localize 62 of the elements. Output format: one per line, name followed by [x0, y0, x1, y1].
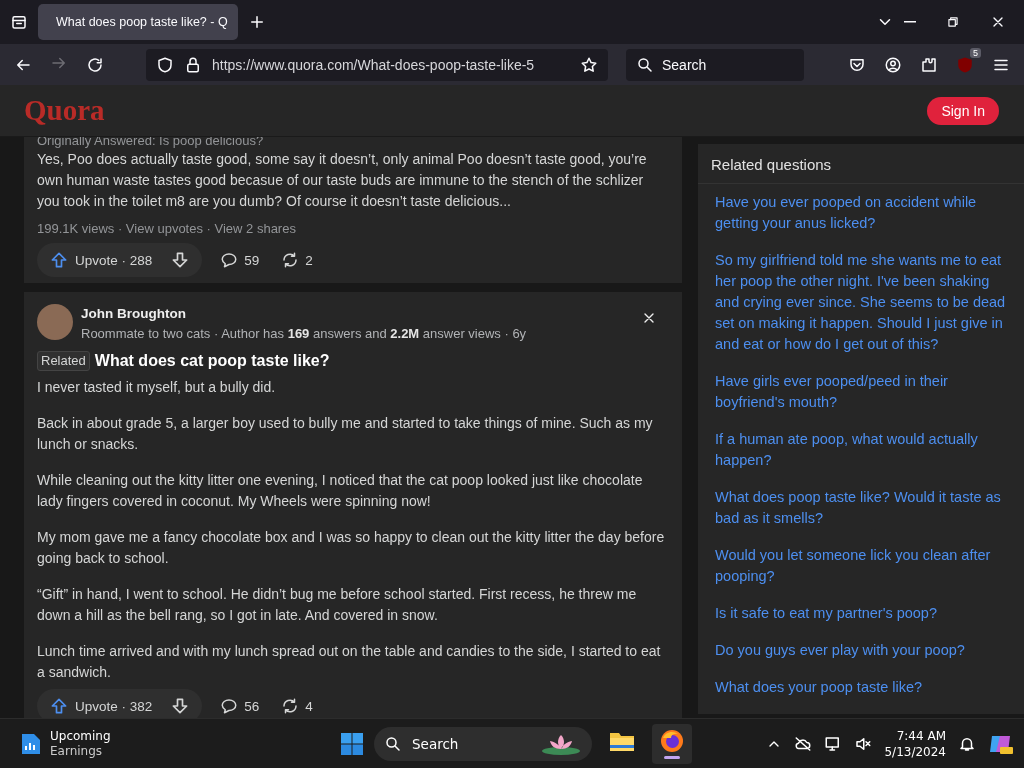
shield-icon: [156, 55, 174, 74]
answer-paragraph: My mom gave me a fancy chocolate box and I was so happy to clean out the kitty litter the day before going back to school.: [37, 528, 666, 568]
browser-tab[interactable]: What does poop taste like? - Q: [38, 4, 238, 40]
taskbar-search-field[interactable]: Search: [374, 726, 592, 761]
answer-paragraph: I never tasted it myself, but a bully did.: [37, 378, 277, 397]
share-button[interactable]: 2: [277, 249, 317, 271]
question-title[interactable]: What does cat poop taste like?: [94, 350, 330, 371]
related-question-link[interactable]: If a human ate poop, what would actually happen?: [715, 429, 1016, 471]
account-icon: [884, 55, 902, 74]
related-question-link[interactable]: So my girlfriend told me she wants me to eat her poop the other night. I've been shaking and crying ever since. She seems to be dead set on making it happen. Should I just give in and eat or how do I get out of this?: [715, 250, 1016, 355]
answer-paragraph: “Gift” in hand, I went to school. He didn’t bug me before school started. First recess, he threw me down a hill as the bell rang, so I got in late. And covered in snow.: [37, 585, 638, 625]
answer-paragraph: Back in about grade 5, a larger boy used to bully me and started to take things of mine. Such as my lunch or snacks.: [37, 414, 654, 454]
related-question-link[interactable]: Do you guys ever play with your poop?: [715, 640, 1016, 661]
upvote-arrow-icon: [49, 250, 69, 270]
address-bar[interactable]: https://www.quora.com/What-does-poop-taste-like-5: [146, 48, 608, 81]
search-icon: [636, 55, 654, 74]
taskbar-app[interactable]: [652, 723, 692, 764]
extensions-icon: [920, 55, 938, 74]
related-question-link[interactable]: Have you ever pooped on accident while getting your anus licked?: [715, 192, 1016, 234]
tab-title: What does poop taste like? - Q: [56, 15, 228, 29]
restore-icon: [946, 15, 960, 29]
reshare-icon: [281, 251, 300, 269]
search-field[interactable]: Search: [626, 48, 804, 81]
related-question-link[interactable]: Would you let someone lick you clean after pooping?: [715, 545, 1016, 587]
answer-stats: 199.1K views · View upvotes · View 2 shares: [37, 220, 297, 238]
stock-chart-icon: [20, 731, 42, 756]
windows-start-icon[interactable]: [340, 731, 364, 756]
related-question-link[interactable]: Have girls ever pooped/peed in their boyfriend's mouth?: [715, 371, 1016, 413]
browser-logo-icon: [660, 728, 684, 753]
answer-paragraph: Lunch time arrived and with my lunch spread out on the table and candies to the side, I started to eat a sandwich.: [37, 642, 662, 682]
related-question-link[interactable]: What does your poop taste like?: [715, 677, 1016, 698]
comment-icon: [220, 251, 239, 269]
answer-paragraph: Yes, Poo does actually taste good, some say it doesn’t, only animal Poo doesn’t taste good, you’re own human waste tastes good becasue of our taste buds are immune to the stench of the schlizer you took in the toilet m8 are you dumb? Of course it doesn’t taste delicious...: [37, 150, 648, 211]
tab-list-icon: [10, 13, 28, 31]
upvote-arrow-icon: [49, 696, 69, 716]
comment-button[interactable]: 56: [216, 695, 264, 717]
author-credential: Roommate to two cats · Author has 169 answers and 2.2M answer views · 6y: [81, 325, 528, 343]
related-question-link[interactable]: Is it safe to eat my partner's poop?: [715, 603, 1016, 624]
share-button[interactable]: 4: [277, 695, 317, 717]
avatar: [37, 304, 73, 340]
clock-time[interactable]: 7:44 AM: [884, 727, 946, 744]
reshare-icon: [281, 697, 300, 715]
lock-icon: [184, 55, 202, 74]
related-question-link[interactable]: What does poop taste like? Would it taste as bad as it smells?: [715, 487, 1016, 529]
clock-date[interactable]: 5/13/2024: [884, 743, 946, 760]
badge-count: 5: [970, 47, 981, 58]
sign-in-button[interactable]: Sign In: [927, 96, 999, 125]
widget-title[interactable]: Upcoming: [50, 728, 111, 744]
widget-subtitle: Earnings: [50, 743, 104, 759]
url-text: https://www.quora.com/What-does-poop-taste-like-5: [212, 56, 536, 73]
comment-button[interactable]: 59: [216, 249, 264, 271]
minimize-icon[interactable]: [904, 21, 916, 23]
star-icon: [580, 55, 598, 74]
new-tab-icon: [248, 13, 266, 31]
comment-icon: [220, 697, 239, 715]
cloud-off-icon: [794, 734, 813, 753]
author-name[interactable]: John Broughton: [81, 304, 621, 324]
related-tag: Related: [37, 350, 90, 371]
search-icon: [384, 734, 402, 753]
panel-title: Related questions: [698, 144, 1024, 184]
answer-paragraph: While cleaning out the kitty litter one evening, I noticed that the cat poop looked just like chocolate lady fingers covered in coconut. My Wheels were spinning now!: [37, 471, 644, 511]
reload-icon: [86, 55, 104, 74]
